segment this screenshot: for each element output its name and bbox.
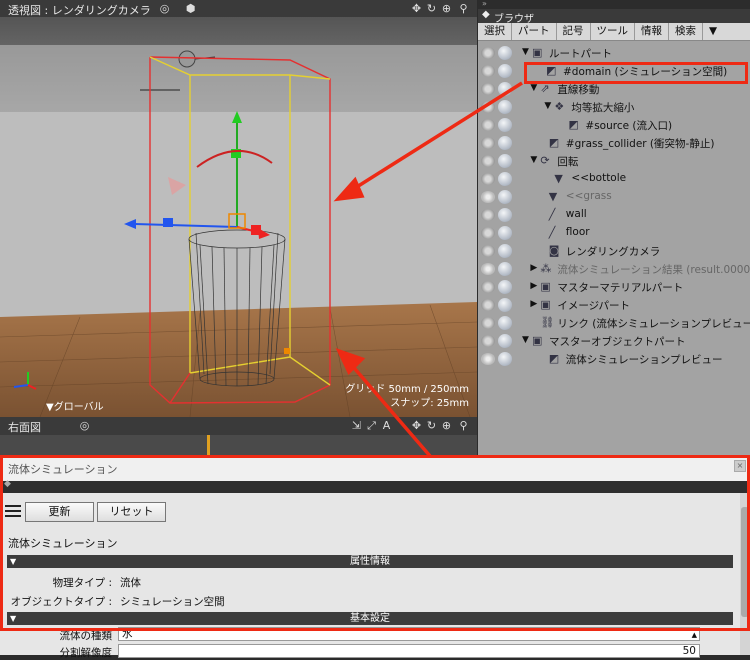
annotation-arrows — [333, 81, 523, 458]
